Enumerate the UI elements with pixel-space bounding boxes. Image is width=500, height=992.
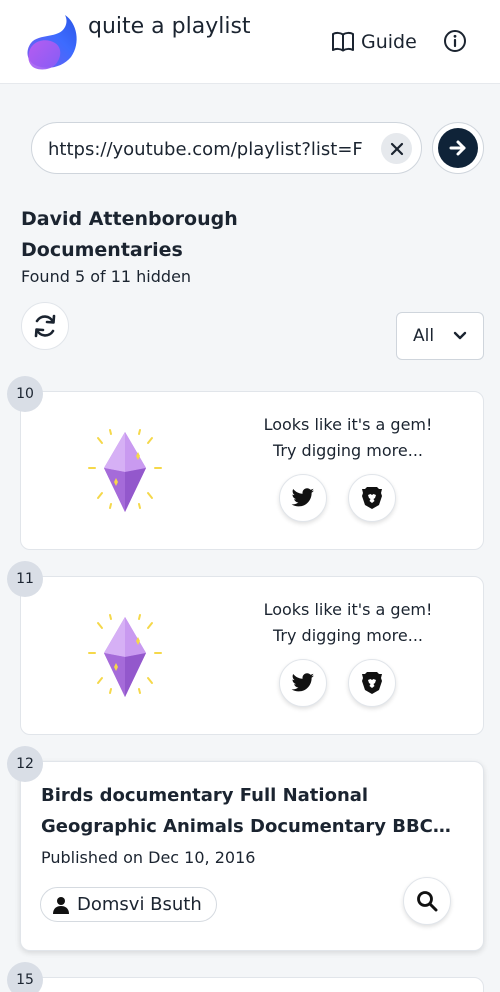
video-card[interactable]: Birds documentary Full National Geograph…	[20, 761, 484, 951]
info-icon[interactable]	[443, 29, 467, 53]
gem-message-line1: Looks like it's a gem!	[263, 415, 433, 434]
brave-icon	[362, 487, 382, 509]
playlist-title: David Attenborough Documentaries	[21, 208, 238, 261]
gem-card: Looks like it's a gem! Try digging more.…	[20, 391, 484, 550]
filter-value: All	[413, 326, 435, 346]
refresh-button[interactable]	[21, 302, 69, 350]
app-name: quite a playlist	[88, 14, 251, 39]
channel-chip[interactable]: Domsvi Bsuth	[40, 887, 217, 922]
guide-button[interactable]: Guide	[331, 28, 417, 56]
chevron-down-icon	[453, 331, 467, 340]
item-index-badge: 11	[7, 561, 43, 597]
submit-button[interactable]	[432, 122, 484, 174]
search-icon	[417, 891, 438, 912]
submit-button-inner	[438, 128, 478, 168]
video-title[interactable]: Birds documentary Full National Geograph…	[41, 780, 473, 842]
guide-label: Guide	[361, 31, 417, 53]
book-icon	[332, 31, 354, 52]
channel-name: Domsvi Bsuth	[77, 894, 202, 915]
arrow-right-icon	[449, 140, 466, 156]
playlist-url-field	[31, 122, 422, 174]
gem-message-line2: Try digging more...	[273, 626, 423, 645]
hidden-count-text: Found 5 of 11 hidden	[21, 267, 192, 286]
item-index-badge: 12	[7, 746, 43, 782]
brave-icon	[362, 672, 382, 694]
clear-button[interactable]	[381, 133, 412, 164]
list-item-partial	[20, 977, 484, 992]
clear-icon	[390, 142, 403, 155]
person-icon	[53, 896, 69, 914]
gem-message-line2: Try digging more...	[273, 441, 423, 460]
gem-icon	[88, 614, 162, 697]
gem-message: Looks like it's a gem! Try digging more.…	[237, 412, 459, 464]
item-index-badge: 10	[7, 376, 43, 412]
twitter-icon	[291, 488, 314, 507]
filter-select[interactable]: All	[396, 312, 484, 360]
app-logo[interactable]	[25, 13, 81, 71]
playlist-url-input[interactable]	[48, 135, 368, 163]
twitter-icon	[291, 673, 314, 692]
video-published-date: Published on Dec 10, 2016	[41, 848, 256, 867]
brave-share-button[interactable]	[348, 474, 396, 522]
search-video-button[interactable]	[403, 877, 451, 925]
gem-card: Looks like it's a gem! Try digging more.…	[20, 576, 484, 735]
gem-message-line1: Looks like it's a gem!	[263, 600, 433, 619]
gem-message: Looks like it's a gem! Try digging more.…	[237, 597, 459, 649]
brave-share-button[interactable]	[348, 659, 396, 707]
gem-icon	[88, 429, 162, 512]
twitter-share-button[interactable]	[279, 659, 327, 707]
item-index-badge: 15	[7, 962, 43, 992]
refresh-icon	[34, 314, 56, 338]
app-header: quite a playlist Guide	[0, 0, 500, 84]
twitter-share-button[interactable]	[279, 474, 327, 522]
